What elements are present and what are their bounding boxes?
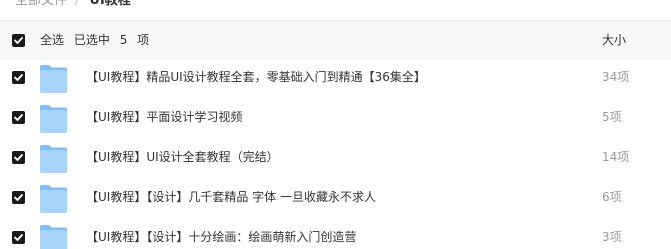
- checkmark-icon: [14, 114, 23, 121]
- select-all-checkbox[interactable]: [12, 34, 25, 47]
- file-row[interactable]: 【UI教程】精品UI设计教程全套，零基础入门到精通【36集全】 34项: [0, 58, 671, 98]
- checkmark-icon: [14, 194, 23, 201]
- file-row[interactable]: 【UI教程】UI设计全套教程（完结） 14项: [0, 138, 671, 178]
- folder-icon: [40, 225, 67, 249]
- breadcrumb-parent-link[interactable]: 全部文件: [15, 0, 67, 10]
- row-checkbox[interactable]: [12, 71, 25, 84]
- file-size: 3项: [602, 230, 622, 244]
- folder-icon: [40, 185, 67, 213]
- file-row[interactable]: 【UI教程】【设计】十分绘画：绘画萌新入门创造营 3项: [0, 218, 671, 249]
- folder-icon: [40, 65, 67, 93]
- breadcrumb-separator: /: [75, 0, 80, 8]
- folder-icon: [40, 105, 67, 133]
- row-checkbox[interactable]: [12, 231, 25, 244]
- selected-count: 5: [119, 33, 128, 47]
- breadcrumb: 全部文件 / UI教程: [0, 0, 671, 18]
- row-checkbox[interactable]: [12, 191, 25, 204]
- selected-unit: 项: [137, 33, 150, 47]
- row-checkbox[interactable]: [12, 111, 25, 124]
- file-size: 5项: [602, 110, 622, 124]
- checkmark-icon: [14, 234, 23, 241]
- file-name[interactable]: 【UI教程】【设计】几千套精品 字体 一旦收藏永不求人: [86, 189, 376, 206]
- size-column-header[interactable]: 大小: [602, 32, 626, 49]
- checkmark-icon: [14, 154, 23, 161]
- file-size: 34项: [602, 70, 630, 84]
- file-name[interactable]: 【UI教程】平面设计学习视频: [86, 109, 242, 126]
- file-name[interactable]: 【UI教程】【设计】十分绘画：绘画萌新入门创造营: [86, 229, 356, 246]
- file-name[interactable]: 【UI教程】UI设计全套教程（完结）: [86, 149, 279, 166]
- file-size: 14项: [602, 150, 630, 164]
- file-size: 6项: [602, 190, 622, 204]
- row-checkbox[interactable]: [12, 151, 25, 164]
- select-all-label[interactable]: 全选: [40, 33, 64, 47]
- selection-summary: 全选 已选中 5 项: [40, 32, 155, 49]
- breadcrumb-current: UI教程: [89, 0, 131, 8]
- file-name[interactable]: 【UI教程】精品UI设计教程全套，零基础入门到精通【36集全】: [86, 69, 426, 86]
- selected-prefix: 已选中: [73, 33, 110, 47]
- file-list-header: 全选 已选中 5 项 大小: [0, 20, 671, 60]
- checkmark-icon: [14, 74, 23, 81]
- checkmark-icon: [14, 37, 23, 44]
- folder-icon: [40, 145, 67, 173]
- file-row[interactable]: 【UI教程】平面设计学习视频 5项: [0, 98, 671, 138]
- file-row[interactable]: 【UI教程】【设计】几千套精品 字体 一旦收藏永不求人 6项: [0, 178, 671, 218]
